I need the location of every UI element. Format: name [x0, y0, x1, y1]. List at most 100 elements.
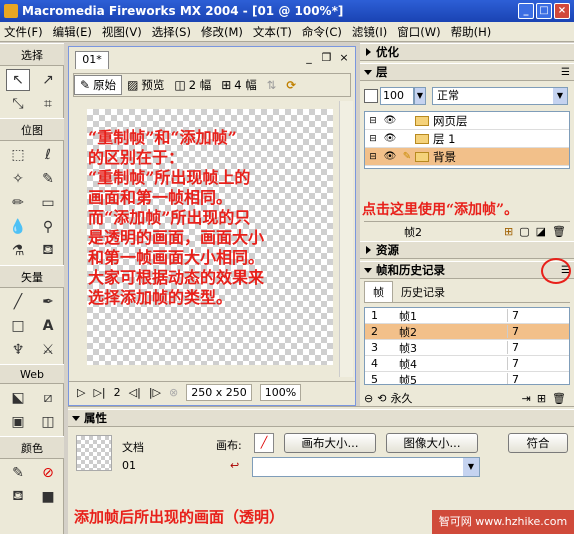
paint-bucket-tool-icon[interactable]: ⛾	[36, 240, 60, 262]
quick-export-icon[interactable]: ⟳	[281, 75, 301, 95]
slice-tool-icon[interactable]: ⧄	[36, 387, 60, 409]
scale-tool-icon[interactable]: ⤡	[6, 93, 30, 115]
play-icon[interactable]: ▷	[77, 386, 85, 399]
delete-frame-icon[interactable]: 🗑	[552, 392, 566, 405]
frame-row[interactable]: 3 帧3 7	[365, 340, 569, 356]
loop-value[interactable]: 永久	[390, 390, 412, 406]
menu-edit[interactable]: 编辑(E)	[53, 24, 92, 40]
new-bitmap-icon[interactable]: ▢	[519, 225, 529, 238]
view-preview-button[interactable]: ▨ 预览	[122, 75, 169, 95]
layer-row[interactable]: ⊟ 👁 层 1	[365, 130, 569, 148]
options-menu-icon[interactable]: ☰	[561, 65, 570, 81]
highlight-circle	[541, 258, 571, 284]
text-tool-icon[interactable]: A	[36, 315, 60, 337]
show-slices-icon[interactable]: ◫	[36, 411, 60, 433]
eye-icon[interactable]: 👁	[381, 151, 399, 162]
line-tool-icon[interactable]: ╱	[6, 291, 30, 313]
knife-tool-icon[interactable]: ⚔	[36, 339, 60, 361]
canvas-size-button[interactable]: 画布大小...	[284, 433, 376, 453]
menu-modify[interactable]: 修改(M)	[201, 24, 243, 40]
doc-minimize-button[interactable]: _	[302, 51, 316, 64]
menu-file[interactable]: 文件(F)	[4, 24, 43, 40]
frame-row[interactable]: 2 帧2 7	[365, 324, 569, 340]
frame-name: 帧5	[399, 373, 417, 385]
loop-icon[interactable]: ⟲	[377, 392, 386, 405]
subselect-tool-icon[interactable]: ↗	[36, 69, 60, 91]
menu-commands[interactable]: 命令(C)	[302, 24, 342, 40]
pencil-tool-icon[interactable]: ✏	[6, 192, 30, 214]
layer-row[interactable]: ⊟ 👁 ✎ 背景	[365, 148, 569, 166]
expand-icon[interactable]: ⊟	[365, 134, 381, 144]
fill-color-icon[interactable]: ⛾	[6, 486, 30, 508]
frame-row[interactable]: 5 帧5 7	[365, 372, 569, 385]
no-stroke-icon[interactable]: ⊘	[36, 462, 60, 484]
canvas-color-swatch[interactable]: ╱	[254, 433, 274, 453]
onion-skin-icon[interactable]: ⊖	[364, 392, 373, 405]
doc-restore-button[interactable]: ❐	[320, 51, 334, 64]
close-button[interactable]: ×	[554, 3, 570, 19]
hotspot-tool-icon[interactable]: ⬕	[6, 387, 30, 409]
stroke-color-icon[interactable]: ✎	[6, 462, 30, 484]
pointer-tool-icon[interactable]: ↖	[6, 69, 30, 91]
menu-select[interactable]: 选择(S)	[152, 24, 191, 40]
pen-tool-icon[interactable]: ✒	[36, 291, 60, 313]
eraser-tool-icon[interactable]: ▭	[36, 192, 60, 214]
optimize-panel-header[interactable]: 优化	[360, 43, 574, 61]
freeform-tool-icon[interactable]: ♆	[6, 339, 30, 361]
rubber-stamp-tool-icon[interactable]: ⚲	[36, 216, 60, 238]
fit-canvas-button[interactable]: 符合	[508, 433, 568, 453]
lasso-tool-icon[interactable]: ℓ	[36, 144, 60, 166]
properties-panel-header[interactable]: 属性	[68, 409, 574, 427]
distribute-to-frames-icon[interactable]: ⇥	[522, 392, 531, 405]
opacity-field[interactable]: 100	[380, 87, 414, 105]
eye-icon[interactable]: 👁	[381, 133, 399, 144]
marquee-tool-icon[interactable]: ⬚	[6, 144, 30, 166]
expand-icon[interactable]: ⊟	[365, 152, 381, 162]
export-arrows-icon[interactable]: ⇅	[262, 75, 282, 95]
eye-icon[interactable]: 👁	[381, 115, 399, 126]
delete-layer-icon[interactable]: 🗑	[552, 225, 566, 238]
frame-delay: 7	[507, 357, 547, 370]
frame-row[interactable]: 4 帧4 7	[365, 356, 569, 372]
add-mask-icon[interactable]: ◪	[536, 225, 546, 238]
tab-frames[interactable]: 帧	[364, 281, 393, 302]
crop-tool-icon[interactable]: ⌗	[36, 93, 60, 115]
prev-frame-icon[interactable]: ◁|	[129, 386, 141, 399]
doc-close-button[interactable]: ×	[337, 51, 351, 64]
assets-panel-header[interactable]: 资源	[360, 241, 574, 259]
frame-row[interactable]: 1 帧1 7	[365, 308, 569, 324]
opacity-dropdown-icon[interactable]: ▼	[414, 87, 426, 105]
add-frame-icon[interactable]: ⊞	[537, 392, 546, 405]
menu-help[interactable]: 帮助(H)	[451, 24, 492, 40]
brush-tool-icon[interactable]: ✎	[36, 168, 60, 190]
image-size-button[interactable]: 图像大小...	[386, 433, 478, 453]
hide-slices-icon[interactable]: ▣	[6, 411, 30, 433]
eyedropper-tool-icon[interactable]: ⚗	[6, 240, 30, 262]
palette-select[interactable]: ▼	[252, 457, 480, 477]
tab-history[interactable]: 历史记录	[393, 282, 453, 302]
maximize-button[interactable]: □	[536, 3, 552, 19]
palette-icon[interactable]: ↩	[230, 459, 239, 472]
zoom-select[interactable]: 100%	[259, 384, 302, 401]
last-frame-icon[interactable]: ▷|	[93, 386, 105, 399]
magic-wand-tool-icon[interactable]: ✧	[6, 168, 30, 190]
view-2up-button[interactable]: ◫ 2 幅	[169, 75, 216, 95]
layers-panel-header[interactable]: 层 ☰	[360, 63, 574, 81]
next-frame-icon[interactable]: |▷	[149, 386, 161, 399]
minimize-button[interactable]: _	[518, 3, 534, 19]
blend-mode-select[interactable]: 正常 ▼	[432, 87, 568, 105]
view-original-button[interactable]: ✎ 原始	[74, 75, 123, 95]
rectangle-tool-icon[interactable]: □	[6, 315, 30, 337]
menu-text[interactable]: 文本(T)	[253, 24, 292, 40]
expand-icon[interactable]: ⊟	[365, 116, 381, 126]
stop-icon[interactable]: ⊗	[169, 386, 178, 399]
menu-view[interactable]: 视图(V)	[102, 24, 142, 40]
menu-window[interactable]: 窗口(W)	[397, 24, 440, 40]
layer-row[interactable]: ⊟ 👁 网页层	[365, 112, 569, 130]
new-layer-icon[interactable]: ⊞	[504, 225, 513, 238]
fill-swatch-icon[interactable]: ■	[36, 486, 60, 508]
menu-filters[interactable]: 滤镜(I)	[352, 24, 387, 40]
view-4up-button[interactable]: ⊞ 4 幅	[216, 75, 262, 95]
blur-tool-icon[interactable]: 💧	[6, 216, 30, 238]
document-tab[interactable]: 01*	[75, 51, 109, 69]
